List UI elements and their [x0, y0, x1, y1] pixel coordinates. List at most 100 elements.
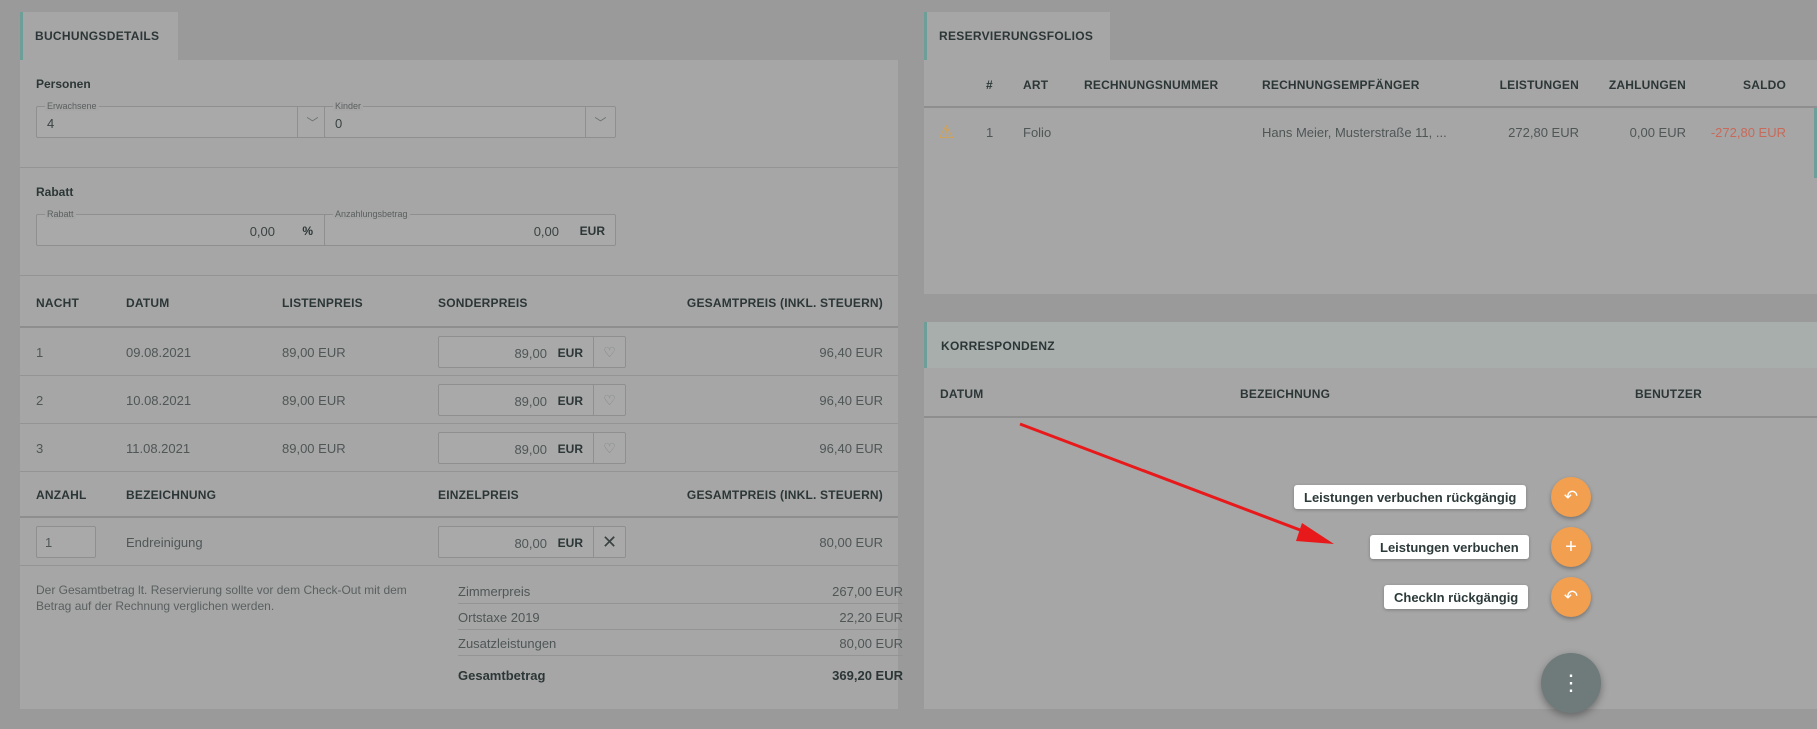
summary-label: Ortstaxe 2019	[458, 610, 540, 625]
heart-icon[interactable]: ♡	[593, 385, 625, 415]
summary-value: 267,00 EUR	[832, 584, 903, 599]
heart-icon[interactable]: ♡	[593, 337, 625, 367]
special-price-input[interactable]: 89,00 EUR ♡	[438, 336, 626, 368]
fab-action-label[interactable]: Leistungen verbuchen	[1370, 535, 1529, 559]
undo-icon[interactable]: ↶	[1551, 577, 1591, 617]
table-row: 2 10.08.2021 89,00 EUR 89,00 EUR ♡ 96,40…	[20, 376, 898, 424]
special-price-value: 89,00	[514, 442, 547, 457]
plus-icon[interactable]: +	[1551, 527, 1591, 567]
col-qty: ANZAHL	[36, 488, 87, 502]
special-price-unit: EUR	[557, 442, 583, 456]
night-date: 09.08.2021	[126, 345, 192, 360]
col-date: DATUM	[126, 296, 170, 310]
summary-label: Zimmerpreis	[458, 584, 531, 599]
folio-services: 272,80 EUR	[1508, 125, 1579, 140]
discount-rate-value: 0,00	[249, 224, 275, 239]
night-listprice: 89,00 EUR	[282, 441, 346, 456]
correspondence-title: KORRESPONDENZ	[941, 339, 1055, 353]
special-price-input[interactable]: 89,00 EUR ♡	[438, 432, 626, 464]
col-type: ART	[1023, 78, 1049, 92]
correspondence-panel: KORRESPONDENZ DATUM BEZEICHNUNG BENUTZER	[924, 322, 1817, 709]
summary-row: Zimmerpreis 267,00 EUR	[458, 582, 903, 604]
chevron-down-icon[interactable]: ﹀	[297, 107, 327, 137]
folio-payments: 0,00 EUR	[1629, 125, 1686, 140]
col-name: BEZEICHNUNG	[126, 488, 217, 502]
nights-table-header: NACHT DATUM LISTENPREIS SONDERPREIS GESA…	[20, 276, 898, 328]
correspondence-title-bar: KORRESPONDENZ	[924, 322, 1817, 368]
heart-icon[interactable]: ♡	[593, 433, 625, 463]
chevron-down-icon[interactable]: ﹀	[585, 107, 615, 137]
summary-value: 80,00 EUR	[839, 636, 903, 651]
col-balance: SALDO	[1743, 78, 1786, 92]
discount-rate-input[interactable]: Rabatt 0,00 %	[36, 209, 328, 246]
special-price-input[interactable]: 89,00 EUR ♡	[438, 384, 626, 416]
night-date: 10.08.2021	[126, 393, 192, 408]
col-recipient: RECHNUNGSEMPFÄNGER	[1262, 78, 1420, 92]
tab-label: RESERVIERUNGSFOLIOS	[939, 29, 1094, 43]
children-select[interactable]: Kinder 0 ﹀	[324, 101, 616, 138]
summary-total-row: Gesamtbetrag 369,20 EUR	[458, 666, 903, 688]
summary-value: 22,20 EUR	[839, 610, 903, 625]
total-note: Der Gesamtbetrag lt. Reservierung sollte…	[36, 583, 407, 613]
quantity-input[interactable]: 1	[36, 526, 96, 558]
tab-reservierungsfolios[interactable]: RESERVIERUNGSFOLIOS	[924, 12, 1110, 60]
summary-row: Zusatzleistungen 80,00 EUR	[458, 634, 903, 656]
correspondence-table-header: DATUM BEZEICHNUNG BENUTZER	[924, 368, 1817, 418]
currency-unit: EUR	[579, 224, 605, 238]
night-number: 1	[36, 345, 44, 360]
unit-price-input[interactable]: 80,00 EUR ✕	[438, 526, 626, 558]
table-row[interactable]: ⚠ 1 Folio Hans Meier, Musterstraße 11, .…	[924, 108, 1817, 160]
night-number: 3	[36, 441, 44, 456]
col-night: NACHT	[36, 296, 79, 310]
quantity-value: 1	[45, 535, 53, 550]
persons-section: Personen Erwachsene 4 ﹀ Kinder 0 ﹀	[20, 60, 898, 168]
total-value: 369,20 EUR	[832, 668, 903, 683]
folio-number: 1	[986, 125, 994, 140]
col-corr-user: BENUTZER	[1635, 387, 1702, 401]
extra-total: 80,00 EUR	[819, 535, 883, 550]
discount-section: Rabatt Rabatt 0,00 % Anzahlungsbetrag 0,…	[20, 168, 898, 276]
fab-action-label[interactable]: Leistungen verbuchen rückgängig	[1294, 485, 1527, 509]
unit-price-value: 80,00	[514, 536, 547, 551]
col-corr-name: BEZEICHNUNG	[1240, 387, 1331, 401]
folios-table-header: # ART RECHNUNGSNUMMER RECHNUNGSEMPFÄNGER…	[924, 60, 1817, 108]
children-label: Kinder	[333, 101, 364, 111]
summary-row: Ortstaxe 2019 22,20 EUR	[458, 608, 903, 630]
extras-table-header: ANZAHL BEZEICHNUNG EINZELPREIS GESAMTPRE…	[20, 472, 898, 518]
adults-label: Erwachsene	[45, 101, 99, 111]
table-row: 1 09.08.2021 89,00 EUR 89,00 EUR ♡ 96,40…	[20, 328, 898, 376]
percent-unit: %	[302, 224, 313, 238]
booking-details-panel: Personen Erwachsene 4 ﹀ Kinder 0 ﹀ Rabat…	[20, 60, 903, 709]
warning-icon: ⚠	[938, 122, 955, 142]
unit-price-unit: EUR	[557, 536, 583, 550]
night-listprice: 89,00 EUR	[282, 345, 346, 360]
col-invoice-number: RECHNUNGSNUMMER	[1084, 78, 1219, 92]
extra-name: Endreinigung	[126, 535, 203, 550]
special-price-value: 89,00	[514, 394, 547, 409]
discount-title: Rabatt	[36, 185, 74, 199]
tab-buchungsdetails[interactable]: BUCHUNGSDETAILS	[20, 12, 178, 60]
close-icon[interactable]: ✕	[593, 527, 625, 557]
night-total: 96,40 EUR	[819, 441, 883, 456]
children-value: 0	[335, 116, 343, 131]
col-services: LEISTUNGEN	[1499, 78, 1579, 92]
col-specialprice: SONDERPREIS	[438, 296, 528, 310]
adults-select[interactable]: Erwachsene 4 ﹀	[36, 101, 328, 138]
more-vertical-icon[interactable]: ⋮	[1541, 653, 1601, 713]
adults-value: 4	[47, 116, 55, 131]
fab-action-label[interactable]: CheckIn rückgängig	[1384, 585, 1529, 609]
special-price-unit: EUR	[557, 394, 583, 408]
folio-recipient: Hans Meier, Musterstraße 11, ...	[1262, 125, 1447, 140]
folio-type: Folio	[1023, 125, 1052, 140]
deposit-input[interactable]: Anzahlungsbetrag 0,00 EUR	[324, 209, 616, 246]
col-listprice: LISTENPREIS	[282, 296, 363, 310]
table-row: 3 11.08.2021 89,00 EUR 89,00 EUR ♡ 96,40…	[20, 424, 898, 472]
persons-title: Personen	[36, 77, 91, 91]
col-unitprice: EINZELPREIS	[438, 488, 519, 502]
col-payments: ZAHLUNGEN	[1608, 78, 1686, 92]
special-price-value: 89,00	[514, 346, 547, 361]
night-date: 11.08.2021	[126, 441, 191, 456]
col-extras-total: GESAMTPREIS (INKL. STEUERN)	[686, 488, 883, 502]
undo-icon[interactable]: ↶	[1551, 477, 1591, 517]
night-listprice: 89,00 EUR	[282, 393, 346, 408]
